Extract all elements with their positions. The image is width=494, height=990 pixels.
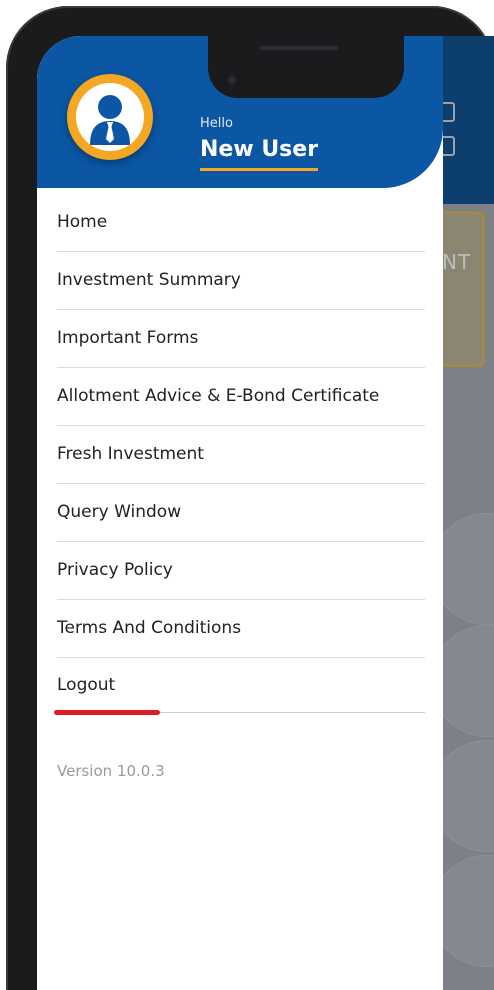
user-name: New User [200,137,319,171]
menu-item-investment-summary[interactable]: Investment Summary [57,252,425,310]
stage: NT Hello New User Home Investment Summar… [0,0,494,990]
menu-item-logout-label: Logout [57,675,116,695]
phone-screen: NT Hello New User Home Investment Summar… [37,36,494,990]
drawer-menu: Home Investment Summary Important Forms … [54,194,425,715]
phone-speaker [259,46,339,50]
menu-item-terms-and-conditions[interactable]: Terms And Conditions [57,600,425,658]
user-avatar-icon [76,83,144,151]
menu-item-important-forms[interactable]: Important Forms [57,310,425,368]
navigation-drawer: Hello New User Home Investment Summary I… [37,36,443,990]
menu-item-logout[interactable]: Logout [54,658,425,715]
logout-highlight-mark [54,710,160,715]
menu-item-allotment-advice[interactable]: Allotment Advice & E-Bond Certificate [57,368,425,426]
greeting-label: Hello [200,116,233,131]
front-camera [228,76,236,84]
app-version: Version 10.0.3 [57,762,165,780]
phone-frame: NT Hello New User Home Investment Summar… [6,6,494,990]
menu-item-home[interactable]: Home [57,194,425,252]
background-banner-text: NT [442,250,472,274]
menu-item-privacy-policy[interactable]: Privacy Policy [57,542,425,600]
menu-item-query-window[interactable]: Query Window [57,484,425,542]
user-avatar[interactable] [67,74,153,160]
menu-item-fresh-investment[interactable]: Fresh Investment [57,426,425,484]
